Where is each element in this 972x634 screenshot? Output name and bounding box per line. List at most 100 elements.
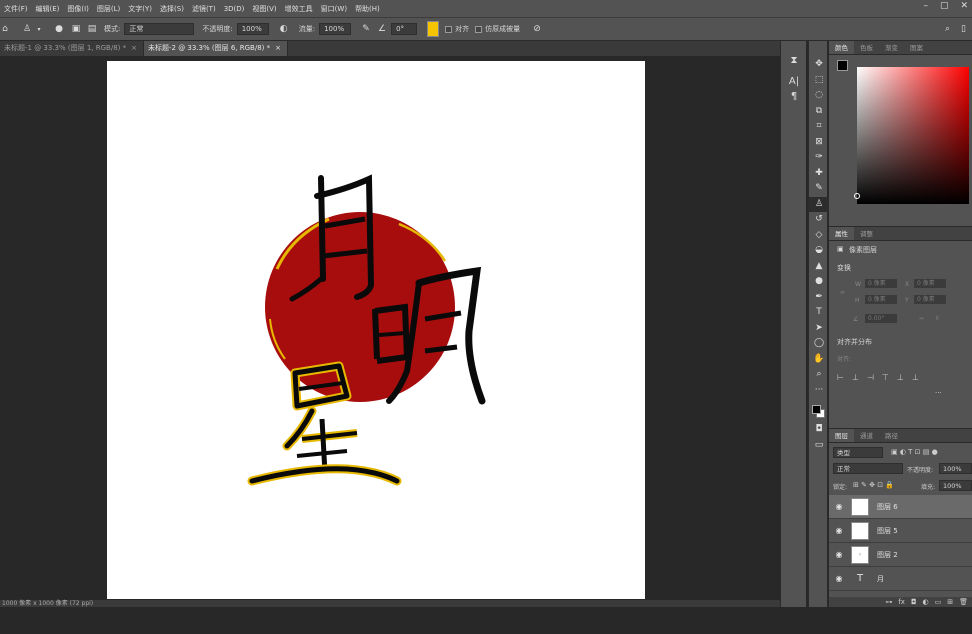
menu-edit[interactable]: 编辑(E)	[32, 4, 64, 14]
eyedropper-tool-icon[interactable]: ✑	[809, 150, 829, 166]
new-layer-icon[interactable]: ⊞	[947, 597, 953, 607]
foreground-background-colors[interactable]	[809, 402, 829, 422]
eraser-tool-icon[interactable]: ◇	[809, 228, 829, 244]
tab-close-icon[interactable]: ×	[275, 44, 281, 52]
add-mask-icon[interactable]: ◘	[911, 597, 917, 607]
flow-field[interactable]: 100%	[319, 23, 352, 35]
search-icon[interactable]: ⌕	[945, 24, 950, 34]
menu-view[interactable]: 视图(V)	[248, 4, 280, 14]
delete-layer-icon[interactable]: 🗑	[959, 597, 968, 607]
tab-properties[interactable]: 属性	[829, 227, 854, 240]
healing-tool-icon[interactable]: ✚	[809, 166, 829, 182]
clone-stamp-tool-icon[interactable]: ♙	[809, 196, 829, 212]
history-icon[interactable]: ⧗	[781, 55, 807, 66]
tab-close-icon[interactable]: ×	[131, 44, 137, 52]
workspace-icon[interactable]: ▯	[961, 24, 966, 34]
new-group-icon[interactable]: ▭	[935, 597, 942, 607]
frame-tool-icon[interactable]: ⊠	[809, 135, 829, 151]
menu-type[interactable]: 文字(Y)	[124, 4, 156, 14]
screen-mode-icon[interactable]: ▭	[809, 438, 829, 454]
home-icon[interactable]: ⌂	[0, 24, 10, 34]
tab-patterns[interactable]: 图案	[904, 41, 929, 54]
blur-tool-icon[interactable]: ▲	[809, 259, 829, 275]
width-field[interactable]: 0 像素	[865, 279, 897, 288]
menu-layer[interactable]: 图层(L)	[93, 4, 124, 14]
foreground-color-chip[interactable]	[837, 60, 848, 71]
tab-swatches[interactable]: 色板	[854, 41, 879, 54]
align-bottom-icon[interactable]: ⊥	[912, 373, 919, 382]
layer-style-icon[interactable]: fx	[898, 597, 905, 607]
pen-tool-icon[interactable]: ✒	[809, 290, 829, 306]
menu-3d[interactable]: 3D(D)	[220, 5, 249, 13]
menu-select[interactable]: 选择(S)	[156, 4, 188, 14]
type-tool-icon[interactable]: T	[809, 305, 829, 321]
tab-channels[interactable]: 通道	[854, 429, 879, 442]
menu-filter[interactable]: 滤镜(T)	[188, 4, 220, 14]
history-brush-tool-icon[interactable]: ↺	[809, 212, 829, 228]
align-center-icon[interactable]: ⊥	[852, 373, 859, 382]
color-picker-cursor[interactable]	[854, 193, 860, 199]
align-top-icon[interactable]: ⊤	[882, 373, 889, 382]
align-left-icon[interactable]: ⊢	[837, 373, 844, 382]
brush-preset-icon[interactable]: ●	[52, 24, 66, 34]
layer-opacity-field[interactable]: 100%	[939, 463, 972, 474]
quick-mask-icon[interactable]: ◘	[809, 422, 829, 438]
close-icon[interactable]: ✕	[960, 1, 968, 11]
opacity-field[interactable]: 100%	[236, 23, 269, 35]
ignore-adjustment-icon[interactable]: ⊘	[530, 24, 544, 34]
angle-field[interactable]: 0.00°	[865, 314, 897, 323]
adjustment-layer-icon[interactable]: ◐	[923, 597, 929, 607]
layer-row[interactable]: ◉ 图层 6	[829, 495, 972, 519]
link-icon[interactable]: ∞	[840, 289, 845, 296]
layer-row[interactable]: ◉ T 月	[829, 567, 972, 591]
flip-horizontal-icon[interactable]: ⇿	[919, 315, 924, 322]
link-layers-icon[interactable]: ⊶	[885, 597, 892, 607]
tab-document-2[interactable]: 未标题-2 @ 33.3% (图层 6, RGB/8) * ×	[144, 41, 288, 56]
chevron-down-icon[interactable]: ▾	[36, 26, 42, 33]
pressure-opacity-icon[interactable]: ◐	[277, 24, 291, 34]
maximize-icon[interactable]: ▢	[940, 1, 949, 11]
tab-adjustments[interactable]: 调整	[854, 227, 879, 240]
move-tool-icon[interactable]: ✥	[809, 57, 829, 73]
x-field[interactable]: 0 像素	[914, 279, 946, 288]
visibility-eye-icon[interactable]: ◉	[829, 550, 849, 559]
menu-image[interactable]: 图像(I)	[63, 4, 93, 14]
clone-source-icon[interactable]: ▤	[86, 24, 98, 34]
tab-gradients[interactable]: 渐变	[879, 41, 904, 54]
paragraph-icon[interactable]: ¶	[781, 91, 807, 102]
crop-tool-icon[interactable]: ⌗	[809, 119, 829, 135]
sample-checkbox[interactable]	[475, 25, 483, 33]
visibility-eye-icon[interactable]: ◉	[829, 526, 849, 535]
object-select-tool-icon[interactable]: ⧉	[809, 104, 829, 120]
airbrush-icon[interactable]: ✎	[359, 24, 373, 34]
lock-icons[interactable]: ⊞ ✎ ✥ ⊡ 🔒	[853, 481, 894, 489]
tab-document-1[interactable]: 未标题-1 @ 33.3% (图层 1, RGB/8) * ×	[0, 41, 144, 56]
path-select-tool-icon[interactable]: ➤	[809, 321, 829, 337]
dodge-tool-icon[interactable]: ●	[809, 274, 829, 290]
paint-bucket-tool-icon[interactable]: ◒	[809, 243, 829, 259]
blend-mode-select[interactable]: 正常	[833, 463, 903, 474]
fill-field[interactable]: 100%	[939, 480, 972, 491]
menu-help[interactable]: 帮助(H)	[351, 4, 384, 14]
marquee-tool-icon[interactable]: ⬚	[809, 73, 829, 89]
brush-settings-icon[interactable]: ▣	[70, 24, 82, 34]
align-middle-icon[interactable]: ⊥	[897, 373, 904, 382]
y-field[interactable]: 0 像素	[914, 295, 946, 304]
lasso-tool-icon[interactable]: ◌	[809, 88, 829, 104]
menu-plugins[interactable]: 增效工具	[281, 4, 317, 14]
hand-tool-icon[interactable]: ✋	[809, 352, 829, 368]
more-options-icon[interactable]: ···	[935, 389, 942, 397]
color-swatch[interactable]	[427, 21, 440, 37]
layer-row[interactable]: ◉ 图层 5	[829, 519, 972, 543]
angle-field[interactable]: 0°	[391, 23, 418, 35]
layer-filter-select[interactable]: 类型	[833, 447, 883, 458]
menu-window[interactable]: 窗口(W)	[317, 4, 351, 14]
document-canvas[interactable]	[107, 61, 645, 599]
filter-icons[interactable]: ▣ ◐ T ⊡ ▤ ●	[891, 448, 938, 456]
tab-layers[interactable]: 图层	[829, 429, 854, 442]
align-right-icon[interactable]: ⊣	[867, 373, 874, 382]
minimize-icon[interactable]: –	[923, 1, 928, 11]
shape-tool-icon[interactable]: ◯	[809, 336, 829, 352]
mode-select[interactable]: 正常	[124, 23, 195, 35]
tab-paths[interactable]: 路径	[879, 429, 904, 442]
